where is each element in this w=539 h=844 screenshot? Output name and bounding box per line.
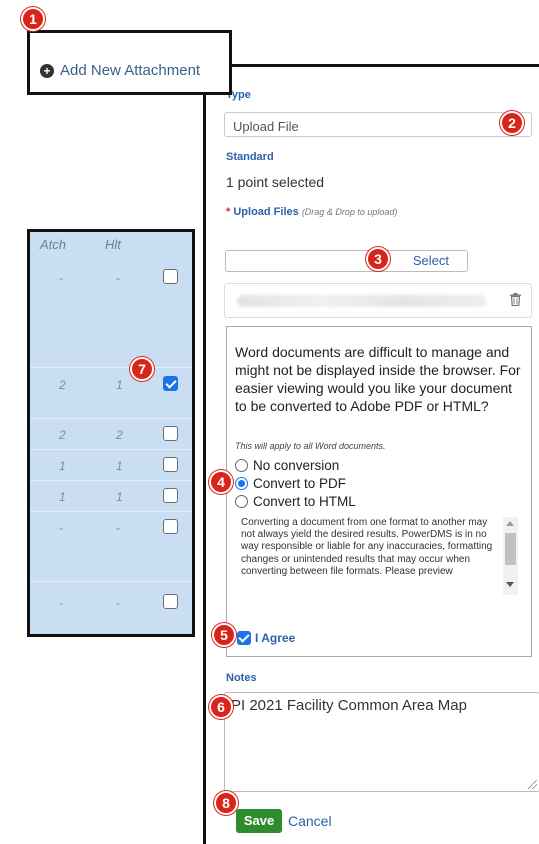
radio-circle-selected[interactable] <box>235 477 248 490</box>
row-checkbox[interactable] <box>163 457 178 472</box>
step-badge-7: 7 <box>130 357 154 381</box>
conversion-note: This will apply to all Word documents. <box>235 441 386 451</box>
disclaimer-scrollbar[interactable] <box>503 517 518 595</box>
agree-checkbox[interactable] <box>237 631 251 645</box>
panel-vertical-divider <box>203 66 206 844</box>
column-header-atch: Atch <box>40 237 67 252</box>
hlt-cell: 1 <box>116 459 123 473</box>
row-checkbox-checked[interactable] <box>163 376 178 391</box>
conversion-message: Word documents are difficult to manage a… <box>235 344 521 414</box>
table-row: 1 1 <box>30 481 192 512</box>
step-badge-5: 5 <box>212 623 236 647</box>
radio-convert-pdf[interactable]: Convert to PDF <box>235 476 346 491</box>
table-row: - - <box>30 512 192 582</box>
add-new-attachment-link[interactable]: + Add New Attachment <box>40 62 200 79</box>
row-checkbox[interactable] <box>163 269 178 284</box>
panel-top-divider <box>232 64 539 67</box>
atch-cell: 1 <box>59 490 66 504</box>
table-row: - - <box>30 258 192 368</box>
atch-cell: 1 <box>59 459 66 473</box>
table-row: 2 1 <box>30 368 192 419</box>
radio-no-conversion[interactable]: No conversion <box>235 458 339 473</box>
agree-label: I Agree <box>255 631 296 645</box>
radio-circle[interactable] <box>235 459 248 472</box>
plus-circle-icon: + <box>40 63 54 78</box>
step-badge-2: 2 <box>500 111 524 135</box>
cancel-link[interactable]: Cancel <box>288 813 332 829</box>
scroll-thumb[interactable] <box>505 533 516 565</box>
notes-textarea[interactable]: PI 2021 Facility Common Area Map <box>224 692 539 792</box>
atch-cell: 2 <box>59 378 66 392</box>
step-badge-6: 6 <box>209 695 233 719</box>
hlt-cell: - <box>116 521 120 535</box>
step-badge-3: 3 <box>366 247 390 271</box>
agree-checkbox-row[interactable]: I Agree <box>237 631 295 645</box>
scroll-down-arrow-icon[interactable] <box>506 582 514 587</box>
table-row: 2 2 <box>30 419 192 450</box>
table-row: - - <box>30 582 192 622</box>
step-badge-1: 1 <box>21 7 45 31</box>
column-header-hlt: Hlt <box>105 237 121 252</box>
upload-files-text: Upload Files <box>233 206 299 218</box>
select-file-button[interactable]: Select <box>225 250 468 272</box>
radio-label: Convert to PDF <box>253 476 347 491</box>
row-checkbox[interactable] <box>163 519 178 534</box>
hlt-cell: 1 <box>116 490 123 504</box>
conversion-panel: Word documents are difficult to manage a… <box>226 326 532 657</box>
hlt-cell: 1 <box>116 378 123 392</box>
hlt-cell: - <box>116 271 120 285</box>
uploaded-file-row <box>224 283 532 318</box>
hlt-cell: - <box>116 596 120 610</box>
row-checkbox[interactable] <box>163 426 178 441</box>
row-checkbox[interactable] <box>163 488 178 503</box>
notes-value: PI 2021 Facility Common Area Map <box>231 697 467 714</box>
disclaimer-text: Converting a document from one format to… <box>241 517 493 577</box>
resize-grip-icon[interactable] <box>528 780 537 789</box>
atch-cell: - <box>59 521 63 535</box>
table-row: 1 1 <box>30 450 192 481</box>
atch-cell: - <box>59 596 63 610</box>
atch-cell: 2 <box>59 428 66 442</box>
required-marker: * <box>226 206 231 218</box>
add-new-attachment-label: Add New Attachment <box>60 62 201 79</box>
scroll-up-arrow-icon[interactable] <box>506 521 514 526</box>
step-badge-4: 4 <box>209 470 233 494</box>
upload-files-label: * Upload Files (Drag & Drop to upload) <box>226 206 397 218</box>
disclaimer-scroll-area[interactable]: Converting a document from one format to… <box>241 517 518 595</box>
trash-icon[interactable] <box>510 293 521 306</box>
standard-label: Standard <box>226 151 274 163</box>
row-checkbox[interactable] <box>163 594 178 609</box>
save-button[interactable]: Save <box>236 809 282 833</box>
step-badge-8: 8 <box>214 791 238 815</box>
notes-label: Notes <box>226 672 257 684</box>
attachment-grid: Atch Hlt - - 2 1 2 2 1 1 1 1 - - - - <box>27 229 195 637</box>
blurred-file-name <box>237 295 487 307</box>
hlt-cell: 2 <box>116 428 123 442</box>
radio-label: Convert to HTML <box>253 494 356 509</box>
radio-label: No conversion <box>253 458 340 473</box>
radio-convert-html[interactable]: Convert to HTML <box>235 494 356 509</box>
type-select[interactable]: Upload File <box>224 112 532 137</box>
standard-value: 1 point selected <box>226 174 325 190</box>
atch-cell: - <box>59 271 63 285</box>
upload-hint: (Drag & Drop to upload) <box>301 207 398 217</box>
radio-circle[interactable] <box>235 495 248 508</box>
